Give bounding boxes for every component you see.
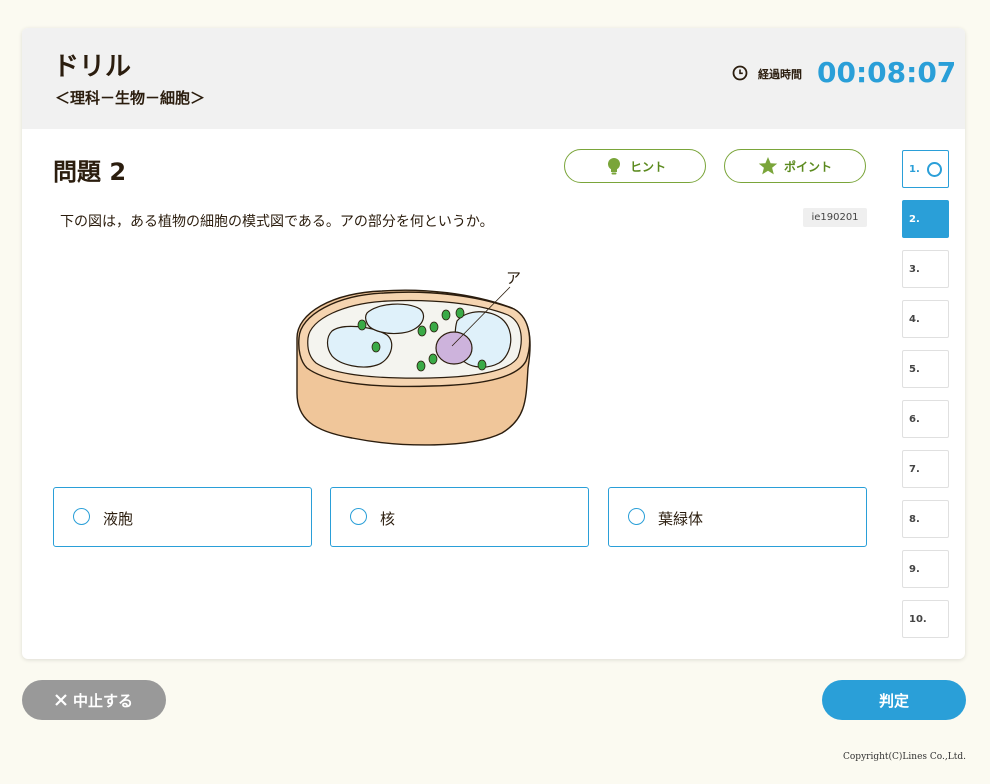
nav-item-7[interactable]: 7. — [902, 450, 949, 488]
question-id-badge: ie190201 — [803, 208, 867, 227]
radio-circle-icon[interactable] — [628, 508, 645, 525]
nav-item-label: 10. — [909, 614, 927, 625]
choice-label: 核 — [380, 510, 396, 528]
stop-button[interactable]: 中止する — [22, 680, 166, 720]
question-text: 下の図は，ある植物の細胞の模式図である。アの部分を何というか。 — [60, 214, 494, 230]
nav-item-label: 6. — [909, 414, 920, 425]
point-button[interactable]: ポイント — [724, 149, 866, 183]
nav-item-label: 9. — [909, 564, 920, 575]
hint-label: ヒント — [629, 159, 666, 174]
copyright-text: Copyright(C)Lines Co.,Ltd. — [843, 752, 966, 762]
radio-circle-icon[interactable] — [350, 508, 367, 525]
nav-item-5[interactable]: 5. — [902, 350, 949, 388]
clock-icon — [732, 65, 748, 81]
page-subtitle: ＜理科－生物－細胞＞ — [55, 89, 206, 107]
choice-2[interactable]: 核 — [330, 487, 589, 547]
judge-button[interactable]: 判定 — [822, 680, 966, 720]
point-label: ポイント — [783, 159, 832, 174]
page-title: ドリル — [53, 52, 132, 82]
nav-item-4[interactable]: 4. — [902, 300, 949, 338]
star-icon — [758, 157, 778, 175]
nav-item-label: 5. — [909, 364, 920, 375]
choice-3[interactable]: 葉緑体 — [608, 487, 867, 547]
nav-item-3[interactable]: 3. — [902, 250, 949, 288]
nav-item-10[interactable]: 10. — [902, 600, 949, 638]
hint-button[interactable]: ヒント — [564, 149, 706, 183]
nav-item-1[interactable]: 1. — [902, 150, 949, 188]
judge-label: 判定 — [878, 691, 909, 710]
correct-circle-icon — [927, 162, 942, 177]
nav-item-2[interactable]: 2. — [902, 200, 949, 238]
plant-cell-diagram: ア — [296, 269, 531, 446]
stop-label: 中止する — [72, 691, 133, 710]
choice-label: 液胞 — [103, 510, 134, 528]
nav-item-label: 8. — [909, 514, 920, 525]
close-icon — [55, 694, 67, 706]
nav-item-8[interactable]: 8. — [902, 500, 949, 538]
diagram-label-a: ア — [506, 269, 521, 287]
nav-item-label: 4. — [909, 314, 920, 325]
card-header: ドリル ＜理科－生物－細胞＞ 経過時間 00:08:07 — [22, 28, 965, 129]
radio-circle-icon[interactable] — [73, 508, 90, 525]
nav-item-label: 3. — [909, 264, 920, 275]
choice-label: 葉緑体 — [658, 510, 704, 528]
lightbulb-icon — [607, 158, 620, 175]
choice-1[interactable]: 液胞 — [53, 487, 312, 547]
timer-label: 経過時間 — [758, 68, 802, 81]
nav-item-label: 7. — [909, 464, 920, 475]
nav-item-6[interactable]: 6. — [902, 400, 949, 438]
timer-value: 00:08:07 — [817, 56, 957, 89]
drill-card: ドリル ＜理科－生物－細胞＞ 経過時間 00:08:07 問題 2 ヒント ポイ… — [22, 28, 965, 659]
question-title: 問題 2 — [53, 158, 127, 186]
nav-item-label: 1. — [909, 164, 920, 175]
nav-item-label: 2. — [909, 214, 920, 225]
nav-item-9[interactable]: 9. — [902, 550, 949, 588]
